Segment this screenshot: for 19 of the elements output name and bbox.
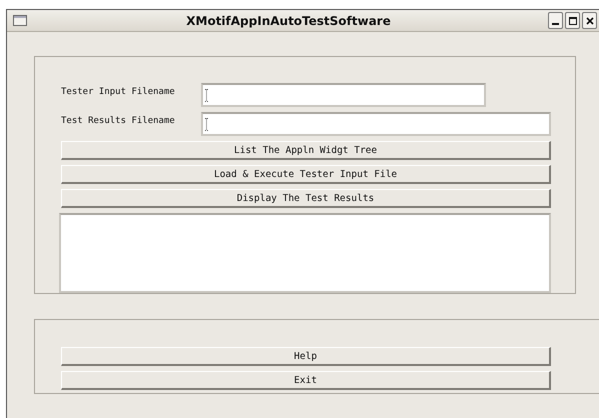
field-label: Tester Input Filename [61,86,176,97]
close-button[interactable] [582,12,597,29]
command-button[interactable]: Exit [61,371,551,390]
action-button[interactable]: Display The Test Results [61,189,551,208]
window-title: XMotifAppInAutoTestSoftware [185,14,392,28]
window-menu-icon[interactable] [13,15,27,26]
command-button[interactable]: Help [61,347,551,366]
minimize-button[interactable] [548,12,563,29]
maximize-icon [568,16,576,24]
filename-field[interactable] [201,112,551,136]
minimize-icon [552,22,559,24]
text-cursor-icon [205,88,208,102]
close-icon [586,16,594,24]
text-cursor-icon [205,118,208,130]
filename-field[interactable] [201,83,486,107]
action-button[interactable]: List The Appln Widgt Tree [61,141,551,160]
action-button[interactable]: Load & Execute Tester Input File [61,165,551,184]
maximize-button[interactable] [565,12,580,29]
field-label: Test Results Filename [61,115,176,126]
